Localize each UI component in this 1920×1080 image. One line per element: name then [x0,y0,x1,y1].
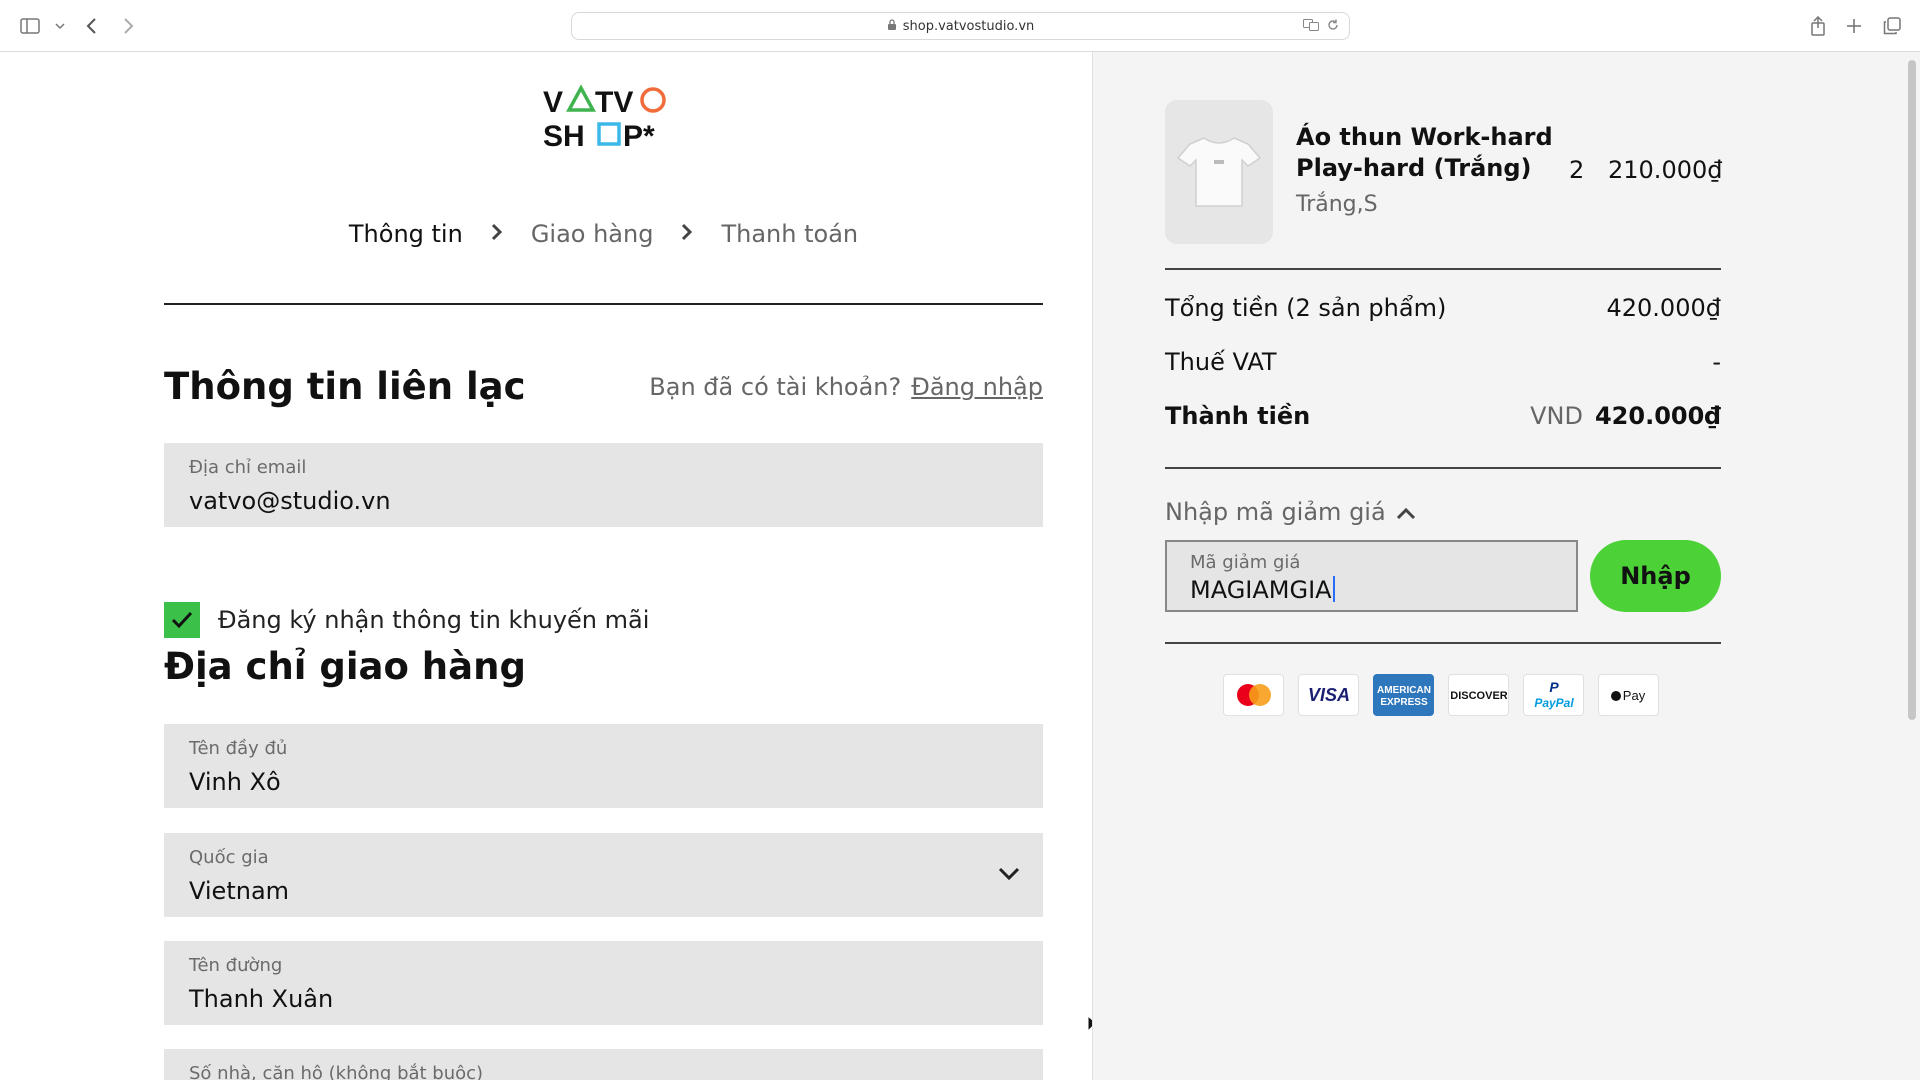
login-prompt: Bạn đã có tài khoản? Đăng nhập [649,373,1043,401]
country-select[interactable]: Quốc gia Vietnam [164,833,1043,917]
newsletter-row: Đăng ký nhận thông tin khuyến mãi [164,602,649,638]
product-price: 210.000₫ [1608,156,1723,184]
order-summary-column: Áo thun Work-hard Play-hard (Trắng) Trắn… [1092,52,1920,1080]
promo-code-input[interactable]: Mã giảm giá MAGIAMGIA [1165,540,1578,612]
text-caret [1332,576,1335,602]
chevron-up-icon[interactable] [1396,498,1416,526]
chevron-right-icon [491,222,503,247]
street-field[interactable]: Tên đường Thanh Xuân [164,941,1043,1025]
street-label: Tên đường [189,955,283,976]
new-tab-icon[interactable] [1842,14,1866,38]
svg-text:EXPRESS: EXPRESS [1380,697,1428,708]
paypal-icon: P PayPal [1523,674,1584,716]
vat-value: - [1712,348,1721,376]
translate-icon[interactable] [1303,19,1319,34]
vat-label: Thuế VAT [1165,348,1277,376]
svg-text:DISCOVER: DISCOVER [1451,690,1507,702]
svg-text:SH: SH [543,120,585,152]
brand-logo[interactable]: V TV SH P* [543,82,667,153]
total-value: 420.000₫ [1594,402,1721,430]
tshirt-icon [1176,137,1262,207]
step-shipping[interactable]: Giao hàng [531,220,654,248]
full-name-field[interactable]: Tên đầy đủ Vinh Xô [164,724,1043,808]
address-bar[interactable]: shop.vatvostudio.vn [571,12,1350,40]
country-value[interactable]: Vietnam [189,877,289,905]
product-quantity: 2 [1569,156,1585,184]
svg-text:PayPal: PayPal [1534,696,1574,710]
back-icon[interactable] [80,14,104,38]
svg-text:P: P [1549,679,1559,695]
share-icon[interactable] [1806,14,1830,38]
email-label: Địa chỉ email [189,457,307,478]
reload-icon[interactable] [1327,19,1339,34]
email-value[interactable]: vatvo@studio.vn [189,487,391,515]
full-name-label: Tên đầy đủ [189,738,288,759]
checkout-steps: Thông tin Giao hàng Thanh toán [164,220,1043,248]
promo-code-value[interactable]: MAGIAMGIA [1190,576,1335,604]
full-name-value[interactable]: Vinh Xô [189,768,281,796]
step-payment[interactable]: Thanh toán [721,220,858,248]
visa-icon: VISA [1298,674,1359,716]
shipping-section-title: Địa chỉ giao hàng [164,645,526,688]
house-number-label: Số nhà, căn hộ (không bắt buộc) [189,1063,484,1080]
mastercard-icon [1223,674,1284,716]
sidebar-icon[interactable] [18,14,42,38]
newsletter-label[interactable]: Đăng ký nhận thông tin khuyến mãi [218,606,649,634]
check-icon [171,611,193,629]
divider [1165,467,1721,469]
vat-row: Thuế VAT - [1165,348,1721,376]
subtotal-row: Tổng tiền (2 sản phẩm) 420.000₫ [1165,294,1721,322]
divider [1165,642,1721,644]
lock-icon [887,18,897,34]
promo-toggle[interactable]: Nhập mã giảm giá [1165,498,1416,526]
svg-text:Pay: Pay [1622,688,1645,703]
scrollbar[interactable] [1908,60,1916,720]
discover-icon: DISCOVER [1448,674,1509,716]
total-label: Thành tiền [1165,402,1311,430]
subtotal-value: 420.000₫ [1606,294,1721,322]
svg-text:TV: TV [595,86,633,119]
product-name: Áo thun Work-hard Play-hard (Trắng) [1296,123,1553,182]
payment-methods: VISA AMERICAN EXPRESS DISCOVER P PayPal Pa… [1223,674,1659,716]
divider [164,303,1043,305]
url-text: shop.vatvostudio.vn [902,18,1035,34]
divider [1165,268,1721,270]
step-info[interactable]: Thông tin [349,220,463,248]
promo-toggle-label[interactable]: Nhập mã giảm giá [1165,498,1386,526]
email-field[interactable]: Địa chỉ email vatvo@studio.vn [164,443,1043,527]
apply-promo-button[interactable]: Nhập [1590,540,1721,612]
login-link[interactable]: Đăng nhập [911,373,1043,401]
currency-label: VND [1530,402,1583,430]
product-variant: Trắng,S [1296,192,1378,217]
product-thumbnail [1165,100,1273,244]
svg-text:P*: P* [623,120,655,152]
subtotal-label: Tổng tiền (2 sản phẩm) [1165,294,1447,322]
promo-code-label: Mã giảm giá [1190,552,1301,573]
svg-text:V: V [543,86,563,119]
newsletter-checkbox[interactable] [164,602,200,638]
chevron-right-icon [681,222,693,247]
country-label: Quốc gia [189,847,269,868]
house-number-field[interactable]: Số nhà, căn hộ (không bắt buộc) [164,1049,1043,1080]
chevron-down-icon[interactable] [48,14,72,38]
have-account-text: Bạn đã có tài khoản? [649,373,902,401]
browser-toolbar: shop.vatvostudio.vn [0,0,1920,52]
street-value[interactable]: Thanh Xuân [189,985,333,1013]
chevron-down-icon[interactable] [997,861,1021,885]
checkout-form-column: V TV SH P* Thông tin Giao hàng Thanh toá… [0,52,1092,1080]
forward-icon[interactable] [116,14,140,38]
svg-text:AMERICAN: AMERICAN [1377,685,1431,696]
apple-pay-icon: Pay [1598,674,1659,716]
tab-overview-icon[interactable] [1880,14,1904,38]
svg-text:VISA: VISA [1307,685,1349,705]
contact-section-title: Thông tin liên lạc [164,365,526,408]
amex-icon: AMERICAN EXPRESS [1373,674,1434,716]
total-row: Thành tiền VND 420.000₫ [1165,402,1721,430]
